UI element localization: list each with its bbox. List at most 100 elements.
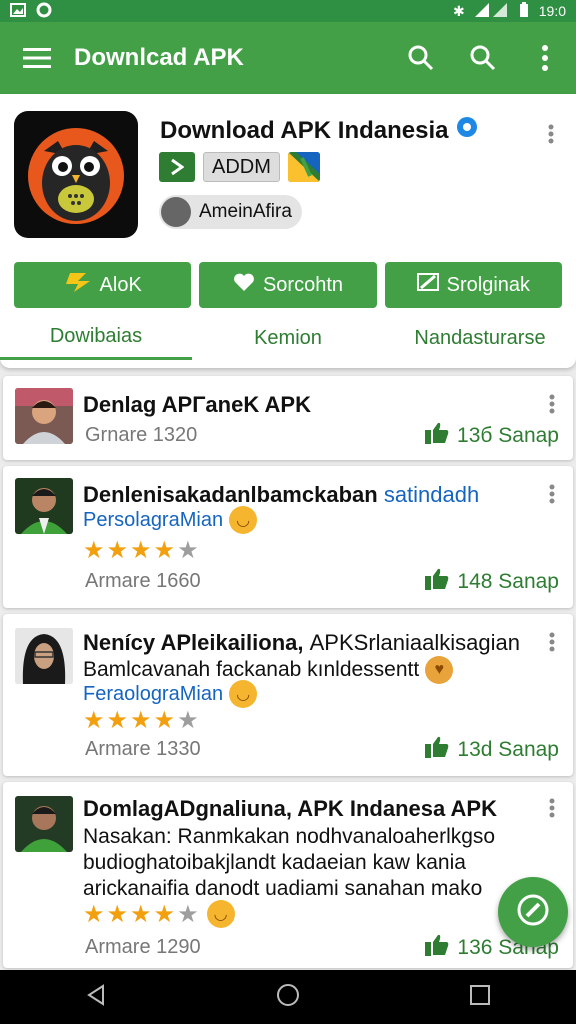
category-tag: ADDM [203, 152, 280, 182]
back-icon[interactable] [85, 983, 107, 1011]
app-title: Download APK Indanesia [160, 116, 478, 145]
verified-badge-icon [456, 116, 478, 145]
reviewer-avatar [15, 478, 73, 534]
reviewer-avatar [15, 388, 73, 444]
reviewer-name-main: Denlenisakadanlbamckaban [83, 482, 378, 507]
tab-dowibaias[interactable]: Dowibaias [0, 316, 192, 360]
review-text-line: budioghatoibakjlandt kadaeian kaw kania [83, 851, 466, 874]
alok-button[interactable]: AloK [14, 262, 192, 308]
sync-icon [36, 2, 52, 21]
signal-icon [474, 2, 509, 20]
reviewer-avatar [15, 796, 73, 852]
star-rating: ★ ★ ★ ★ ★ [83, 706, 199, 735]
review-card[interactable]: Denlenisakadanlbamckaban satindadh Perso… [3, 466, 573, 608]
colorful-flag-icon [287, 152, 320, 182]
more-vert-icon[interactable] [514, 22, 576, 94]
author-avatar [161, 197, 191, 227]
reviewer-name-main: Nenícy APleikailiona, [83, 630, 304, 655]
star-rating: ★ ★ ★ ★ ★ ◡ [83, 900, 235, 929]
bluetooth-icon: ✱ [453, 2, 465, 19]
reviewer-name: Nenícy APleikailiona, APKSrlaniaalkisagi… [83, 630, 520, 656]
like-count: 13б Sanap [457, 424, 559, 447]
star-icon: ★ [83, 901, 105, 928]
heart-icon [233, 272, 255, 298]
review-subtitle: PersolagraMian ◡ [83, 506, 258, 534]
star-icon: ★ [83, 707, 105, 734]
reviewer-name-highlight: satindadh [383, 482, 480, 507]
clock-time: 19:0 [538, 3, 566, 19]
star-icon: ★ [153, 707, 176, 734]
review-card[interactable]: Nenícy APleikailiona, APKSrlaniaalkisagi… [3, 614, 573, 776]
reviewer-name: Denlenisakadanlbamckaban satindadh [83, 482, 479, 508]
star-icon: ★ [106, 901, 129, 928]
star-icon: ★ [130, 707, 152, 734]
tab-kemion[interactable]: Kemion [192, 316, 384, 360]
action-buttons: AloK Sorcohtn Srolginak [14, 262, 562, 308]
review-text-line: arickanaifia danodt uadiami sanahan mako [83, 877, 483, 900]
srolginak-label: Srolginak [446, 273, 531, 296]
reviewer-name: DomlagADgnaliuna, APK Indanesa APK [83, 796, 497, 821]
star-icon: ★ [177, 537, 199, 564]
reviewer-name: Denlag APΓaneK APK [83, 392, 311, 417]
thumbs-up-icon [425, 736, 449, 764]
app-header-card: Download APK Indanesia ADDM AmeinAfira A… [0, 94, 576, 368]
star-icon: ★ [153, 901, 176, 928]
home-icon[interactable] [276, 983, 300, 1012]
more-vert-icon[interactable] [548, 124, 554, 144]
like-count: 148 Sanap [457, 570, 559, 593]
review-meta: Armare 1290 [85, 936, 201, 958]
love-emoji-icon: ♥ [425, 656, 454, 684]
smile-emoji-icon: ◡ [229, 680, 258, 708]
like-button[interactable]: 13d Sanap [425, 736, 559, 764]
recents-icon[interactable] [469, 984, 491, 1011]
review-card[interactable]: DomlagADgnaliuna, APK Indanesa APK Nasak… [3, 782, 573, 968]
star-icon: ★ [106, 537, 129, 564]
reviewer-avatar [15, 628, 73, 684]
thumbs-up-icon [425, 568, 449, 596]
search-icon[interactable] [390, 22, 452, 94]
like-button[interactable]: 148 Sanap [425, 568, 559, 596]
status-bar: ✱ 19:0 [0, 0, 576, 22]
author-name: AmeinAfira [199, 201, 292, 222]
author-chip[interactable]: AmeinAfira [159, 195, 302, 229]
app-tags: ADDM [159, 152, 320, 182]
more-vert-icon[interactable] [549, 484, 555, 504]
thumbs-up-icon [425, 934, 449, 962]
star-rating: ★ ★ ★ ★ ★ [83, 536, 199, 565]
battery-icon [519, 1, 529, 21]
more-vert-icon[interactable] [549, 798, 555, 818]
app-logo-icon [14, 111, 138, 238]
play-icon [159, 152, 195, 182]
star-icon: ★ [106, 707, 129, 734]
reviewer-name-rest: APKSrlaniaalkisagian [309, 630, 520, 655]
review-text-line: Nasakan: Ranmkakan nodhvanaloaherlkgso [83, 825, 496, 848]
thumbs-up-icon [425, 422, 449, 450]
tab-bar: Dowibaias Kemion Nandasturarse [0, 316, 576, 360]
more-vert-icon[interactable] [549, 632, 555, 652]
sorcohtn-label: Sorcohtn [262, 273, 344, 296]
like-button[interactable]: 13б Sanap [425, 422, 559, 450]
sorcohtn-button[interactable]: Sorcohtn [199, 262, 377, 308]
edit-icon [516, 893, 550, 932]
more-vert-icon[interactable] [549, 394, 555, 414]
review-subtitle-text: FeraolograMian [83, 682, 224, 705]
menu-icon[interactable] [0, 22, 74, 94]
search-icon[interactable] [452, 22, 514, 94]
gallery-icon [10, 2, 26, 20]
tab-nandasturarse[interactable]: Nandasturarse [384, 316, 576, 360]
app-bar: Downlcad APK [0, 22, 576, 94]
app-bar-title: Downlcad APK [74, 44, 244, 71]
review-meta: Armare 1330 [85, 738, 201, 760]
alok-label: AloK [99, 273, 142, 296]
srolginak-button[interactable]: Srolginak [384, 262, 562, 308]
star-icon: ★ [177, 707, 199, 734]
like-count: 13d Sanap [457, 738, 559, 761]
review-card[interactable]: Denlag APΓaneK APK Grnare 1320 13б Sanap [3, 376, 573, 460]
edit-fab-button[interactable] [498, 877, 568, 947]
star-icon: ★ [83, 537, 105, 564]
edit-icon [416, 272, 439, 298]
review-subtitle-text: PersolagraMian [83, 508, 224, 531]
star-icon: ★ [177, 901, 199, 928]
review-subtitle: FeraolograMian ◡ [83, 680, 258, 708]
system-nav-bar [0, 970, 576, 1024]
